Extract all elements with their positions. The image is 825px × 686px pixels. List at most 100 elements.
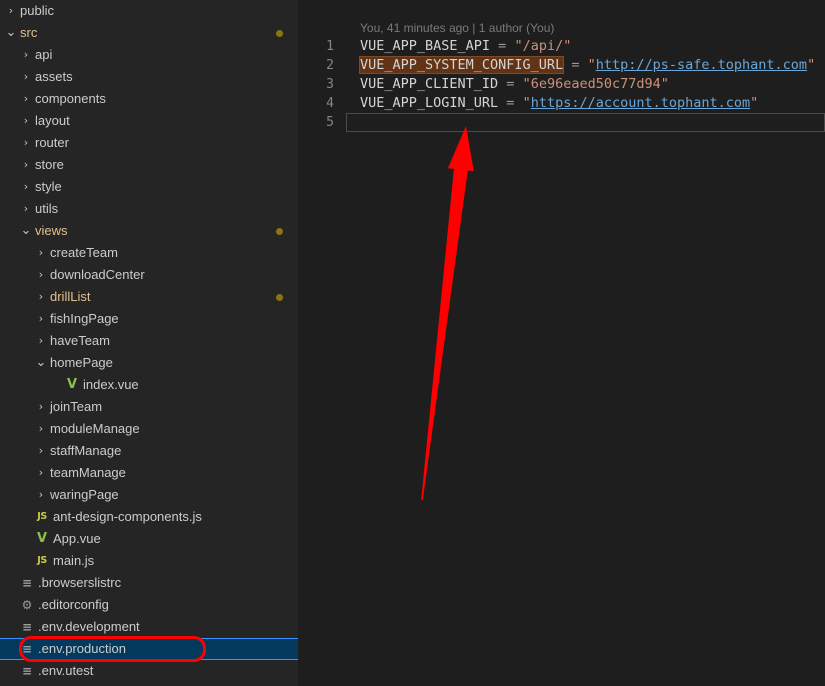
code-line-text[interactable]: VUE_APP_CLIENT_ID = "6e96eaed50c77d94" [346,75,669,94]
chevron-right-icon[interactable]: › [34,330,48,352]
tree-row-label: assets [35,69,73,84]
chevron-right-icon[interactable]: › [19,66,33,88]
tree-row[interactable]: ◉.eslintrc.js [0,682,298,686]
code-token-var: VUE_APP_LOGIN_URL [360,95,499,111]
chevron-right-icon[interactable]: › [34,264,48,286]
line-number: 5 [326,115,334,130]
code-line[interactable]: 3 VUE_APP_CLIENT_ID = "6e96eaed50c77d94" [298,75,825,94]
tree-row[interactable]: › moduleManage [0,418,298,440]
chevron-right-icon[interactable]: › [34,308,48,330]
tree-row-list[interactable]: › public ⌄ src › api › assets › components › layout… [0,0,298,686]
tree-row-label: ant-design-components.js [53,509,202,524]
tree-row[interactable]: › layout [0,110,298,132]
tree-row-label: .env.production [38,641,126,656]
file-explorer-tree[interactable]: › public ⌄ src › api › assets › components › layout… [0,0,298,686]
git-blame-annotation: You, 41 minutes ago | 1 author (You) [360,21,555,35]
chevron-right-icon[interactable]: › [19,44,33,66]
tree-row[interactable]: › api [0,44,298,66]
tree-row[interactable]: ⌄ src [0,22,298,44]
chevron-right-icon[interactable]: › [34,484,48,506]
tree-row[interactable]: › style [0,176,298,198]
chevron-right-icon[interactable]: › [34,440,48,462]
chevron-right-icon[interactable]: › [19,176,33,198]
tree-row[interactable]: ≡ .env.production [0,638,298,660]
tree-row[interactable]: ≡ .browserslistrc [0,572,298,594]
code-token-op: = [498,95,523,111]
vscode-window: › public ⌄ src › api › assets › components › layout… [0,0,825,686]
code-line[interactable]: 2 VUE_APP_SYSTEM_CONFIG_URL = "http://ps-… [298,56,825,75]
tree-row[interactable]: › createTeam [0,242,298,264]
javascript-file-icon: JS [37,555,47,566]
line-number: 3 [326,77,334,92]
javascript-file-icon: JS [37,511,47,522]
code-token-str: " [750,95,759,111]
config-file-icon: ≡ [21,620,33,634]
tree-row-label: .browserslistrc [38,575,122,590]
tree-row-label: staffManage [50,443,122,458]
vue-file-icon: V [36,531,48,546]
tree-row-label: fishIngPage [50,311,119,326]
tree-row[interactable]: › drillList [0,286,298,308]
chevron-down-icon[interactable]: ⌄ [4,22,18,44]
chevron-right-icon[interactable]: › [34,242,48,264]
tree-row[interactable]: › haveTeam [0,330,298,352]
chevron-right-icon[interactable]: › [34,396,48,418]
tree-row[interactable]: ≡ .env.development [0,616,298,638]
chevron-right-icon[interactable]: › [34,286,48,308]
tree-row[interactable]: › teamManage [0,462,298,484]
code-token-var: VUE_APP_SYSTEM_CONFIG_URL [358,56,565,74]
tree-row-label: layout [35,113,70,128]
tree-row[interactable]: › utils [0,198,298,220]
tree-row[interactable]: › router [0,132,298,154]
tree-row[interactable]: ⌄ views [0,220,298,242]
tree-row-label: public [20,3,54,18]
chevron-right-icon[interactable]: › [19,154,33,176]
config-file-icon: ≡ [21,664,33,678]
modified-indicator-dot [276,228,283,235]
tree-row[interactable]: › fishIngPage [0,308,298,330]
chevron-right-icon[interactable]: › [34,462,48,484]
code-line[interactable]: 5 [298,113,825,132]
chevron-right-icon[interactable]: › [19,88,33,110]
tree-row[interactable]: › public [0,0,298,22]
tree-row[interactable]: › assets [0,66,298,88]
tree-row[interactable]: JS ant-design-components.js [0,506,298,528]
url-link[interactable]: http://ps-safe.tophant.com [596,57,807,73]
chevron-right-icon[interactable]: › [19,110,33,132]
tree-row[interactable]: › store [0,154,298,176]
code-line-text[interactable] [346,113,825,132]
chevron-right-icon[interactable]: › [19,132,33,154]
code-line[interactable]: 4 VUE_APP_LOGIN_URL = "https://account.to… [298,94,825,113]
tree-row[interactable]: V App.vue [0,528,298,550]
chevron-down-icon[interactable]: ⌄ [34,352,48,374]
code-line-text[interactable]: VUE_APP_LOGIN_URL = "https://account.top… [346,94,758,113]
tree-row[interactable]: › waringPage [0,484,298,506]
tree-row[interactable]: Vindex.vue [0,374,298,396]
tree-row-label: joinTeam [50,399,103,414]
tree-row[interactable]: ⌄ homePage [0,352,298,374]
chevron-down-icon[interactable]: ⌄ [19,220,33,242]
tree-row[interactable]: ≡ .env.utest [0,660,298,682]
code-editor-pane[interactable]: You, 41 minutes ago | 1 author (You) 1 VU… [298,0,825,686]
url-link[interactable]: https://account.tophant.com [531,95,750,111]
tree-row[interactable]: › staffManage [0,440,298,462]
tree-row-label: downloadCenter [50,267,145,282]
tree-row[interactable]: ⚙ .editorconfig [0,594,298,616]
chevron-right-icon[interactable]: › [4,0,18,22]
chevron-right-icon[interactable]: › [34,418,48,440]
tree-row-label: index.vue [83,377,139,392]
tree-row[interactable]: JS main.js [0,550,298,572]
code-line-text[interactable]: VUE_APP_SYSTEM_CONFIG_URL = "http://ps-s… [346,56,815,75]
tree-row[interactable]: › joinTeam [0,396,298,418]
chevron-right-icon[interactable]: › [19,198,33,220]
tree-row-label: style [35,179,62,194]
config-file-icon: ≡ [21,576,33,590]
code-token-var: VUE_APP_BASE_API [360,38,491,54]
code-line-text[interactable]: VUE_APP_BASE_API = "/api/" [346,37,571,56]
code-token-op: = [563,57,588,73]
tree-row[interactable]: › components [0,88,298,110]
code-line[interactable]: 1 VUE_APP_BASE_API = "/api/" [298,37,825,56]
config-file-icon: ≡ [21,642,33,656]
tree-row[interactable]: › downloadCenter [0,264,298,286]
code-lines[interactable]: 1 VUE_APP_BASE_API = "/api/" 2 VUE_APP_SYST… [298,37,825,132]
